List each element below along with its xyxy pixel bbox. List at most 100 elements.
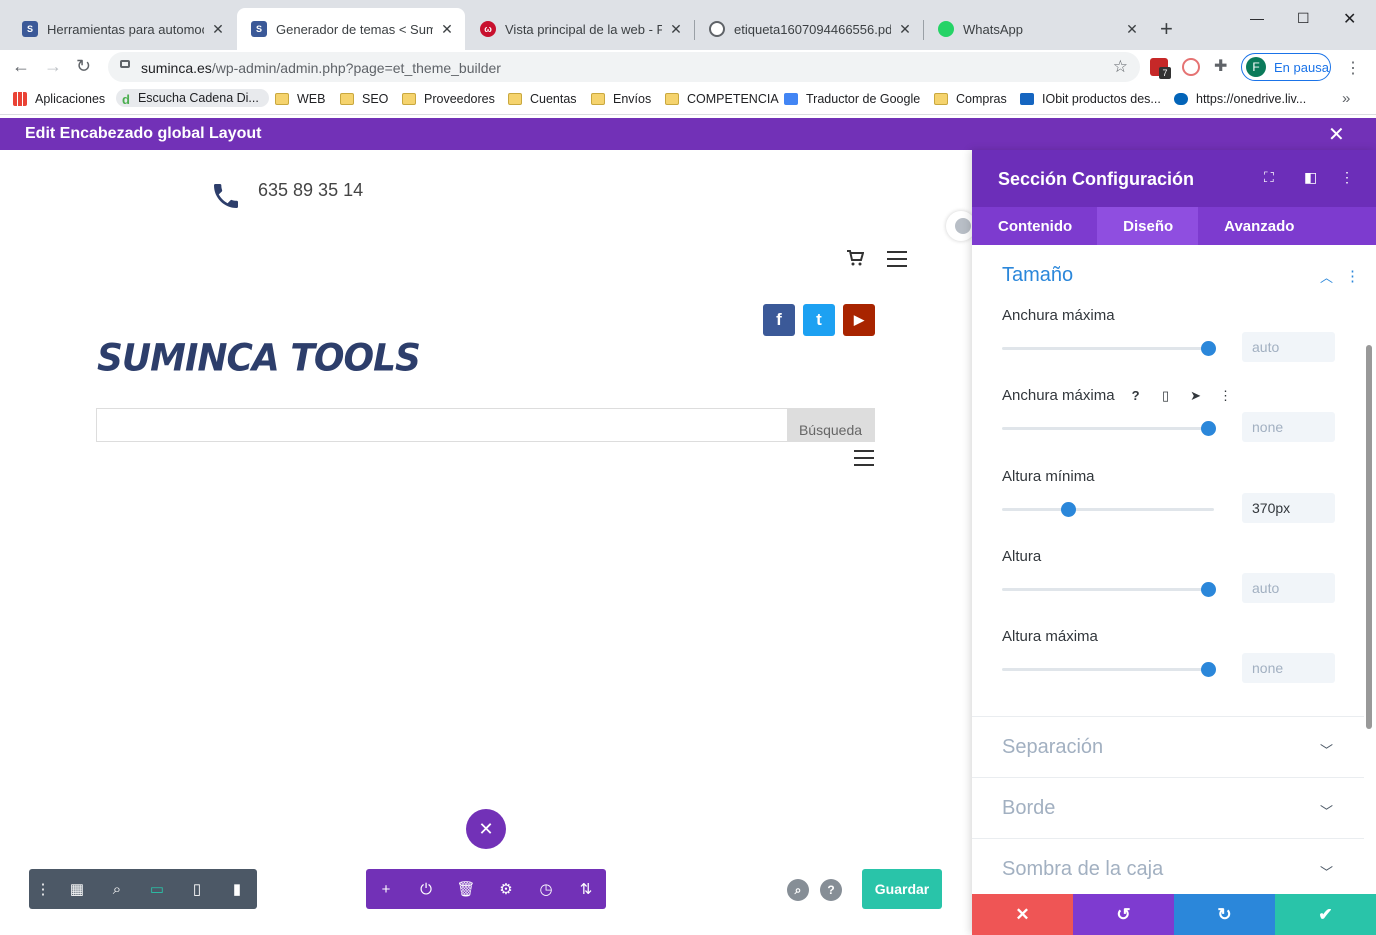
trash-icon[interactable]: 🗑: [446, 869, 486, 909]
bookmark-folder[interactable]: Proveedores: [402, 92, 495, 106]
bookmark-folder[interactable]: Cuentas: [508, 92, 577, 106]
field-options-icon[interactable]: ⋮: [1217, 388, 1235, 404]
more-options-icon[interactable]: ⋮: [29, 869, 57, 909]
tab-close-icon[interactable]: ✕: [439, 21, 455, 38]
twitter-icon[interactable]: t: [803, 304, 835, 336]
menu-hamburger-icon[interactable]: [887, 251, 907, 267]
bookmark-item[interactable]: https://onedrive.liv...: [1174, 92, 1306, 106]
puzzle-extensions-icon[interactable]: ✚: [1214, 56, 1232, 75]
panel-scrollbar[interactable]: [1366, 345, 1372, 729]
slider-track[interactable]: [1002, 341, 1216, 356]
bookmark-apps[interactable]: Aplicaciones: [13, 92, 105, 106]
bookmark-folder[interactable]: Envíos: [591, 92, 651, 106]
search-icon[interactable]: ⌕: [787, 879, 809, 901]
phone-view-icon[interactable]: ▮: [217, 869, 257, 909]
fullscreen-icon[interactable]: ⛶: [1264, 169, 1274, 186]
section-options-icon[interactable]: ⋮: [1345, 267, 1360, 285]
desktop-view-icon[interactable]: ▭: [137, 869, 177, 909]
responsive-icon[interactable]: ▯: [1157, 388, 1175, 404]
value-input[interactable]: 370px: [1242, 493, 1335, 523]
slider-track[interactable]: [1002, 582, 1216, 597]
chevron-down-icon[interactable]: ﹀: [1320, 801, 1333, 820]
chevron-down-icon[interactable]: ﹀: [1320, 862, 1333, 881]
browser-tab[interactable]: ω Vista principal de la web - Pági ✕: [466, 8, 694, 50]
zoom-icon[interactable]: ⌕: [97, 869, 137, 909]
bookmark-item[interactable]: Traductor de Google: [784, 92, 920, 106]
search-field[interactable]: Búsqueda: [96, 408, 875, 442]
value-input[interactable]: auto: [1242, 573, 1335, 603]
section-title-separacion[interactable]: Separación: [1002, 736, 1103, 759]
tab-diseno[interactable]: Diseño: [1097, 207, 1199, 245]
help-icon[interactable]: ?: [1127, 388, 1145, 403]
maximize-icon[interactable]: ☐: [1297, 10, 1310, 27]
slider-track[interactable]: [1002, 421, 1216, 436]
section-title-sombra[interactable]: Sombra de la caja: [1002, 858, 1163, 881]
youtube-icon[interactable]: ▶: [843, 304, 875, 336]
hover-cursor-icon[interactable]: ➤: [1187, 388, 1205, 404]
browser-tab-active[interactable]: S Generador de temas < Suminc ✕: [237, 8, 465, 50]
menu-hamburger-icon[interactable]: [854, 450, 874, 466]
power-icon[interactable]: ⏻: [406, 869, 446, 909]
value-input[interactable]: auto: [1242, 332, 1335, 362]
chevron-up-icon[interactable]: ︿: [1320, 267, 1333, 286]
wireframe-icon[interactable]: ▦: [57, 869, 97, 909]
section-title-tamano[interactable]: Tamaño: [1002, 264, 1073, 287]
tab-contenido[interactable]: Contenido: [972, 207, 1097, 245]
value-input[interactable]: none: [1242, 412, 1335, 442]
history-icon[interactable]: ◷: [526, 869, 566, 909]
tab-close-icon[interactable]: ✕: [897, 21, 913, 38]
bookmark-star-icon[interactable]: ☆: [1113, 57, 1128, 77]
bookmark-folder[interactable]: COMPETENCIA: [665, 92, 779, 106]
undo-icon[interactable]: ↺: [1073, 894, 1174, 935]
gear-icon[interactable]: ⚙: [486, 869, 526, 909]
redo-icon[interactable]: ↻: [1174, 894, 1275, 935]
chevron-down-icon[interactable]: ﹀: [1320, 740, 1333, 759]
forward-icon[interactable]: →: [44, 56, 62, 77]
slider-thumb[interactable]: [1060, 502, 1076, 517]
browser-tab[interactable]: etiqueta1607094466556.pdf ✕: [695, 8, 923, 50]
slider-thumb[interactable]: [1200, 421, 1216, 436]
slider-thumb[interactable]: [1200, 582, 1216, 597]
bookmark-item[interactable]: IObit productos des...: [1020, 92, 1161, 106]
tablet-view-icon[interactable]: ▯: [177, 869, 217, 909]
bookmark-folder[interactable]: Compras: [934, 92, 1007, 106]
address-bar[interactable]: suminca.es/wp-admin/admin.php?page=et_th…: [108, 52, 1140, 82]
reload-icon[interactable]: ↻: [76, 56, 91, 77]
new-tab-icon[interactable]: +: [1160, 18, 1173, 40]
browser-tab[interactable]: WhatsApp ✕: [924, 8, 1150, 50]
slider-track[interactable]: [1002, 502, 1214, 517]
dock-panel-icon[interactable]: ◧: [1304, 169, 1317, 186]
shield-extension-icon[interactable]: [1182, 58, 1200, 76]
discard-icon[interactable]: ✕: [972, 894, 1073, 935]
close-builder-icon[interactable]: ✕: [1328, 122, 1345, 147]
value-input[interactable]: none: [1242, 653, 1335, 683]
section-title-borde[interactable]: Borde: [1002, 797, 1055, 820]
extension-icon[interactable]: 7: [1150, 58, 1171, 79]
window-close-icon[interactable]: ✕: [1343, 9, 1356, 29]
tab-close-icon[interactable]: ✕: [668, 21, 684, 38]
facebook-icon[interactable]: f: [763, 304, 795, 336]
save-button[interactable]: Guardar: [862, 869, 942, 909]
confirm-icon[interactable]: ✔: [1275, 894, 1376, 935]
tab-close-icon[interactable]: ✕: [1124, 21, 1140, 38]
tab-close-icon[interactable]: ✕: [210, 21, 226, 38]
bookmark-folder[interactable]: SEO: [340, 92, 388, 106]
bookmark-folder[interactable]: WEB: [275, 92, 325, 106]
portability-icon[interactable]: ⇅: [566, 869, 606, 909]
close-fab-icon[interactable]: ✕: [466, 809, 506, 849]
help-icon[interactable]: ?: [820, 879, 842, 901]
bookmark-item[interactable]: d Escucha Cadena Di...: [116, 89, 269, 107]
tab-avanzado[interactable]: Avanzado: [1198, 207, 1319, 245]
more-bookmarks-icon[interactable]: »: [1342, 90, 1350, 107]
back-icon[interactable]: ←: [12, 56, 30, 77]
site-logo-text[interactable]: SUMINCA TOOLS: [97, 337, 421, 380]
slider-thumb[interactable]: [1200, 341, 1216, 356]
browser-menu-icon[interactable]: ⋮: [1345, 58, 1361, 78]
panel-menu-icon[interactable]: ⋮: [1340, 169, 1354, 186]
minimize-icon[interactable]: —: [1250, 10, 1264, 26]
profile-button[interactable]: F En pausa: [1241, 53, 1331, 81]
slider-track[interactable]: [1002, 662, 1216, 677]
search-button[interactable]: Búsqueda: [787, 408, 874, 442]
browser-tab[interactable]: S Herramientas para automoción ✕: [8, 8, 236, 50]
cart-icon[interactable]: [846, 250, 865, 271]
